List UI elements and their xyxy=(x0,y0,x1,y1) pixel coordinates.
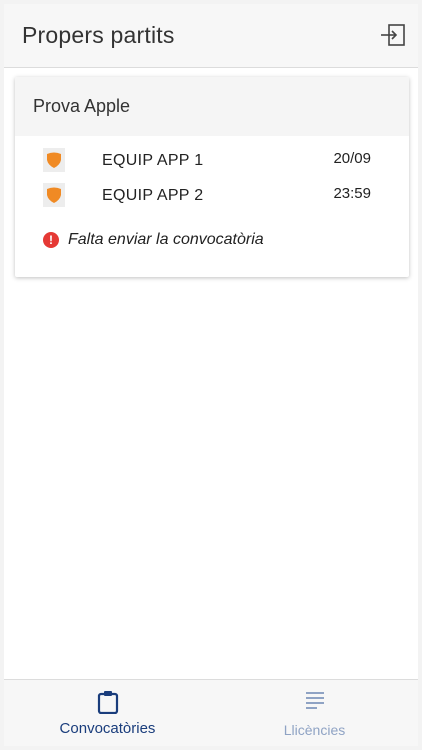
match-time: 23:59 xyxy=(333,185,371,202)
tab-label: Llicències xyxy=(283,722,346,738)
warning-text: Falta enviar la convocatòria xyxy=(68,231,264,248)
team-name: EQUIP APP 1 xyxy=(102,152,204,169)
tab-label: Convocatòries xyxy=(59,720,156,737)
team-badge xyxy=(43,183,65,207)
team-badge xyxy=(43,148,65,172)
match-title: Prova Apple xyxy=(33,96,131,116)
team-row: EQUIP APP 2 23:59 xyxy=(15,183,409,211)
match-card[interactable]: Prova Apple EQUIP APP 1 20/09 EQUIP APP … xyxy=(15,77,409,277)
page-title: Propers partits xyxy=(22,22,175,48)
tab-convocatories[interactable]: Convocatòries xyxy=(4,680,211,746)
tab-llicencies[interactable]: Llicències xyxy=(211,680,418,746)
exclamation-circle-icon: ! xyxy=(43,232,59,248)
clipboard-icon xyxy=(97,691,118,714)
match-card-header[interactable]: Prova Apple xyxy=(15,77,409,136)
team-row: EQUIP APP 1 20/09 xyxy=(15,148,409,176)
logout-icon xyxy=(381,24,405,46)
match-date: 20/09 xyxy=(333,150,371,167)
team-name: EQUIP APP 2 xyxy=(102,187,204,204)
bottom-nav: Convocatòries Llicències xyxy=(4,679,418,750)
shield-icon xyxy=(47,152,61,168)
top-bar: Propers partits xyxy=(4,0,418,68)
shield-icon xyxy=(47,187,61,203)
list-lines-icon xyxy=(305,692,324,709)
logout-button[interactable] xyxy=(380,24,406,46)
app-screen: Propers partits Prova Apple EQUIP APP 1 … xyxy=(0,0,422,750)
